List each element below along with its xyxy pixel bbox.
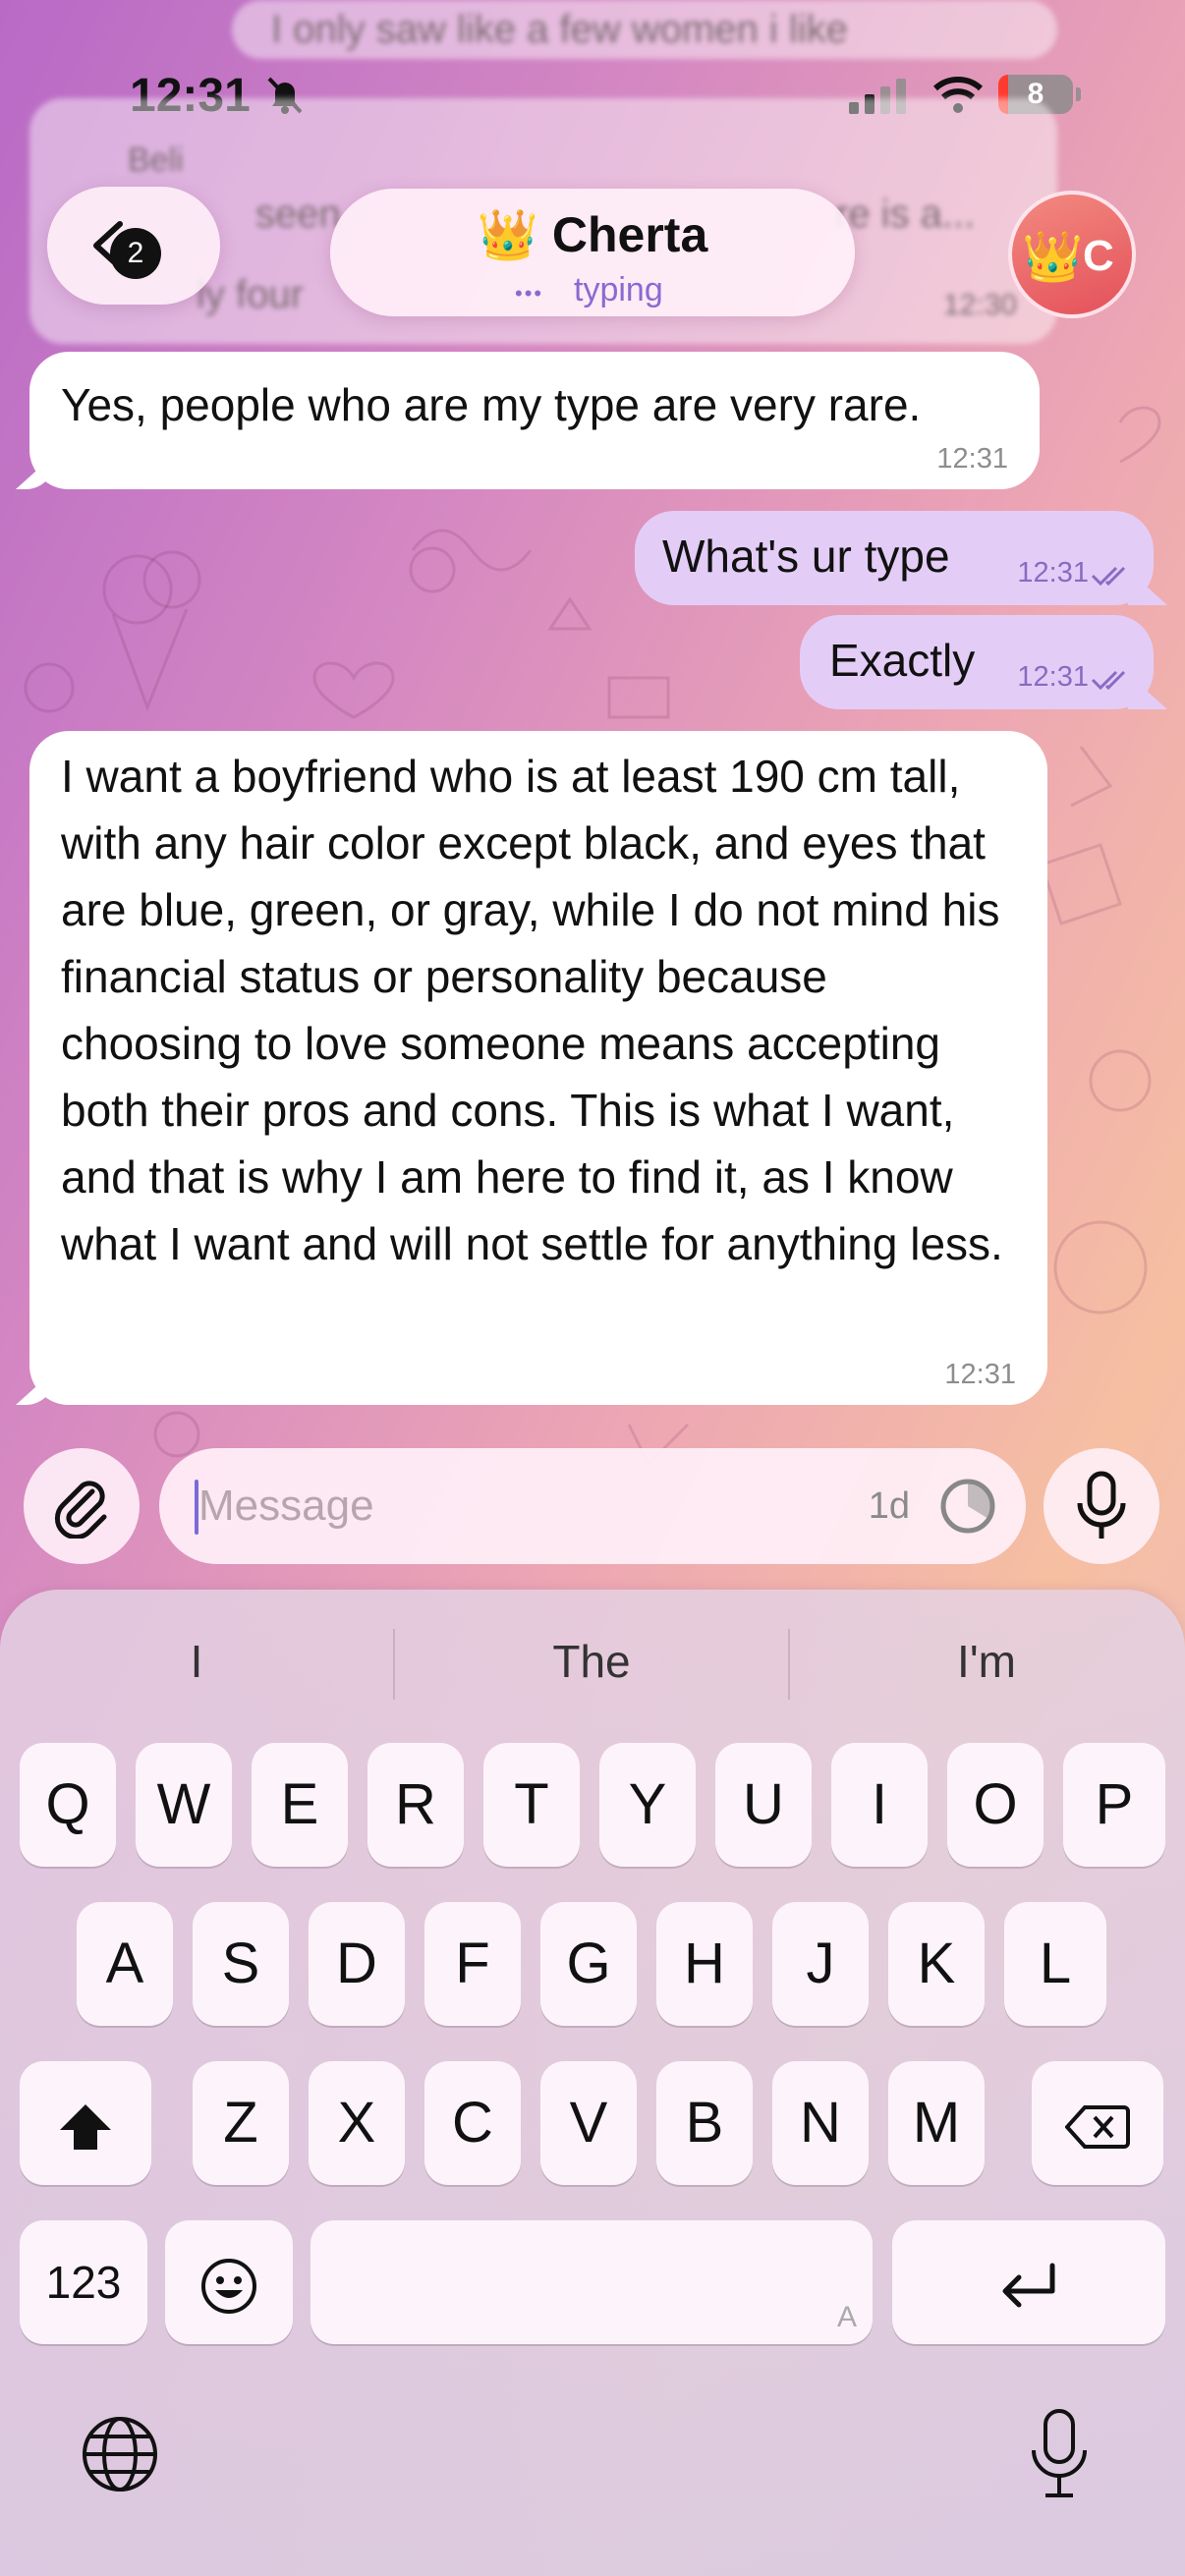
space-key[interactable]: A bbox=[310, 2220, 873, 2344]
auto-delete-timer-label[interactable]: 1d bbox=[869, 1485, 910, 1528]
key-i[interactable]: I bbox=[831, 1743, 928, 1867]
key-w[interactable]: W bbox=[136, 1743, 232, 1867]
message-time: 12:31 bbox=[1017, 557, 1089, 588]
message-placeholder: Message bbox=[198, 1482, 374, 1530]
shift-key[interactable] bbox=[20, 2061, 151, 2185]
delete-key[interactable] bbox=[1032, 2061, 1163, 2185]
key-f[interactable]: F bbox=[424, 1902, 521, 2026]
message-time: 12:31 bbox=[936, 443, 1008, 475]
key-e[interactable]: E bbox=[252, 1743, 348, 1867]
message-time: 12:31 bbox=[944, 1359, 1016, 1390]
key-u[interactable]: U bbox=[715, 1743, 812, 1867]
numbers-key[interactable]: 123 bbox=[20, 2220, 147, 2344]
key-k[interactable]: K bbox=[888, 1902, 985, 2026]
emoji-key[interactable] bbox=[165, 2220, 293, 2344]
voice-message-button[interactable] bbox=[1044, 1448, 1159, 1564]
key-s[interactable]: S bbox=[193, 1902, 289, 2026]
key-x[interactable]: X bbox=[309, 2061, 405, 2185]
dictation-microphone-icon[interactable] bbox=[1026, 2407, 1093, 2506]
microphone-icon bbox=[1077, 1471, 1126, 1539]
chat-title-button[interactable]: 👑 Cherta ••• typing bbox=[330, 189, 855, 316]
suggestion-1[interactable]: I bbox=[0, 1635, 393, 1688]
paperclip-icon bbox=[54, 1481, 107, 1539]
chat-name: 👑 Cherta bbox=[477, 207, 708, 262]
outgoing-message[interactable]: Exactly 12:31 bbox=[800, 615, 1167, 709]
message-text: Yes, people who are my type are very rar… bbox=[61, 379, 922, 430]
typing-dots-icon: ••• bbox=[515, 281, 544, 306]
shift-arrow-icon bbox=[60, 2103, 111, 2150]
read-checkmarks-icon bbox=[1091, 670, 1126, 691]
attach-button[interactable] bbox=[24, 1448, 140, 1564]
return-arrow-icon bbox=[1002, 2263, 1055, 2308]
key-a[interactable]: A bbox=[77, 1902, 173, 2026]
key-p[interactable]: P bbox=[1063, 1743, 1165, 1867]
backspace-icon bbox=[1064, 2104, 1130, 2149]
key-r[interactable]: R bbox=[367, 1743, 464, 1867]
avatar-emoji: 👑 bbox=[1022, 229, 1084, 284]
incoming-message[interactable]: I want a boyfriend who is at least 190 c… bbox=[16, 731, 1047, 1405]
key-z[interactable]: Z bbox=[193, 2061, 289, 2185]
suggestion-2[interactable]: The bbox=[395, 1635, 788, 1688]
unread-count-badge: 2 bbox=[110, 228, 161, 279]
typing-status: typing bbox=[574, 271, 663, 308]
globe-icon[interactable] bbox=[79, 2413, 161, 2500]
key-j[interactable]: J bbox=[772, 1902, 869, 2026]
key-m[interactable]: M bbox=[888, 2061, 985, 2185]
outgoing-message[interactable]: What's ur type 12:31 bbox=[635, 511, 1167, 605]
key-h[interactable]: H bbox=[656, 1902, 753, 2026]
key-g[interactable]: G bbox=[540, 1902, 637, 2026]
key-d[interactable]: D bbox=[309, 1902, 405, 2026]
key-t[interactable]: T bbox=[483, 1743, 580, 1867]
key-o[interactable]: O bbox=[947, 1743, 1044, 1867]
key-v[interactable]: V bbox=[540, 2061, 637, 2185]
key-y[interactable]: Y bbox=[599, 1743, 696, 1867]
contact-avatar[interactable]: 👑 C bbox=[1008, 191, 1136, 318]
message-text: I want a boyfriend who is at least 190 c… bbox=[61, 751, 1003, 1269]
message-time: 12:31 bbox=[1017, 661, 1089, 693]
emoji-face-icon bbox=[201, 2258, 256, 2314]
suggestion-3[interactable]: I'm bbox=[790, 1635, 1183, 1688]
incoming-message[interactable]: Yes, people who are my type are very rar… bbox=[16, 352, 1040, 489]
key-b[interactable]: B bbox=[656, 2061, 753, 2185]
key-l[interactable]: L bbox=[1004, 1902, 1106, 2026]
return-key[interactable] bbox=[892, 2220, 1165, 2344]
key-q[interactable]: Q bbox=[20, 1743, 116, 1867]
key-n[interactable]: N bbox=[772, 2061, 869, 2185]
space-key-hint: A bbox=[836, 2301, 857, 2333]
read-checkmarks-icon bbox=[1091, 566, 1126, 587]
avatar-letter: C bbox=[1083, 232, 1114, 280]
key-c[interactable]: C bbox=[424, 2061, 521, 2185]
keyboard: I The I'm Q W E R T Y U I O P A S D F G … bbox=[0, 1590, 1185, 2576]
faded-message: I only saw like a few women i like bbox=[232, 0, 1057, 59]
timer-icon[interactable] bbox=[937, 1476, 998, 1537]
message-input[interactable]: Message 1d bbox=[159, 1448, 1026, 1564]
